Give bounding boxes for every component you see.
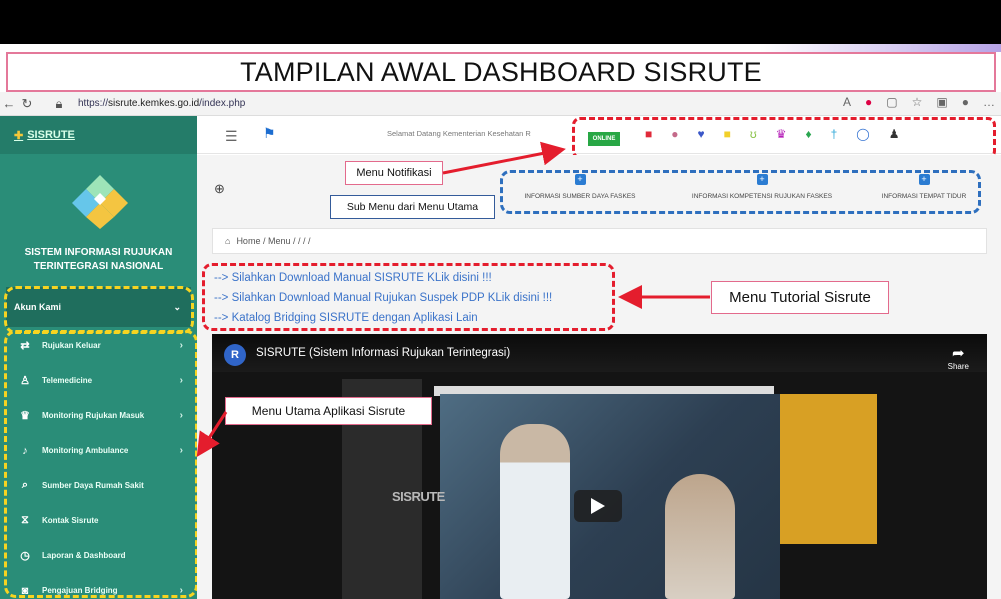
slide: TAMPILAN AWAL DASHBOARD SISRUTE ← ↻ 🔒︎ h…	[0, 0, 1001, 599]
arrow-to-main-menu	[196, 411, 228, 458]
arrow-to-notifications	[442, 141, 566, 175]
annotation-arrows	[196, 141, 710, 458]
